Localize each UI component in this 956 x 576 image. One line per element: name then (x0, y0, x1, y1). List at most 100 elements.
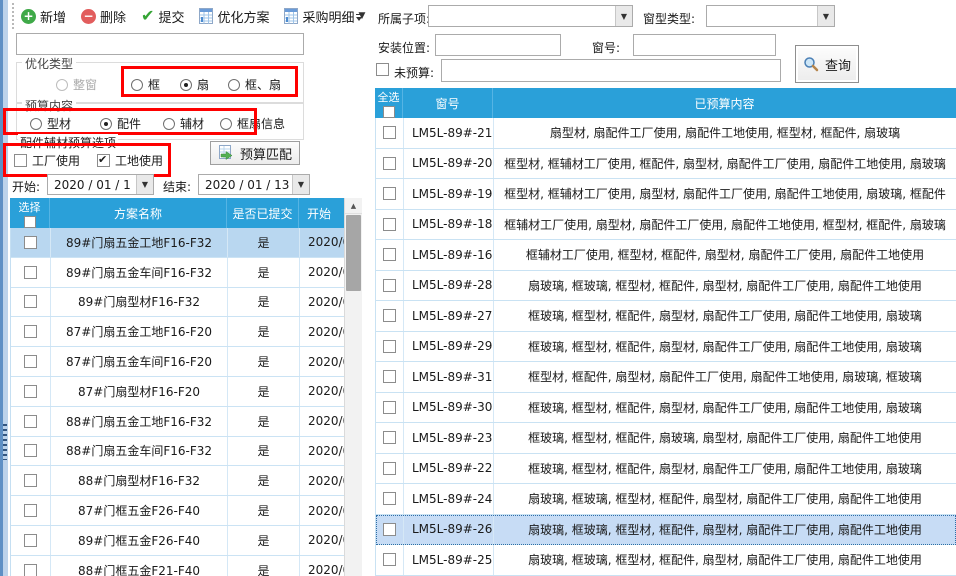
row-checkbox[interactable] (24, 444, 37, 457)
install-position-input[interactable] (435, 34, 561, 56)
start-date-picker[interactable]: 2020 / 01 / 1 ▼ (47, 174, 154, 195)
table-row[interactable]: LM5L-89#-27F25 框玻璃, 框型材, 框配件, 扇型材, 扇配件工厂… (376, 301, 956, 332)
row-checkbox[interactable] (383, 462, 396, 475)
site-use-checkbox[interactable]: 工地使用 (97, 152, 163, 169)
optimize-plan-button[interactable]: 优化方案 (199, 7, 269, 26)
row-checkbox[interactable] (383, 157, 396, 170)
unbudgeted-input[interactable] (441, 59, 781, 82)
table-row[interactable]: LM5L-89#-23F21 框玻璃, 框型材, 框配件, 扇玻璃, 扇型材, … (376, 423, 956, 454)
plan-filter-input[interactable] (16, 33, 304, 55)
radio-frame-sash[interactable]: 框、扇 (228, 76, 281, 93)
unbudgeted-checkbox[interactable] (376, 63, 389, 76)
select-all-checkbox[interactable] (383, 106, 395, 118)
checkbox-checked-icon (97, 154, 110, 167)
scroll-up-icon[interactable]: ▲ (345, 198, 362, 214)
chevron-down-icon[interactable]: ▼ (817, 6, 834, 26)
add-button[interactable]: 新增 (21, 7, 66, 26)
radio-auxiliary[interactable]: 辅材 (163, 115, 204, 132)
table-row[interactable]: 89#门扇五金工地F16-F32 是 2020/0 (11, 228, 344, 258)
budgeted-content-value: 框型材, 框辅材工厂使用, 扇型材, 扇配件工厂使用, 扇配件工地使用, 扇玻璃… (494, 179, 956, 209)
chevron-down-icon[interactable]: ▼ (136, 175, 153, 194)
chevron-down-icon[interactable]: ▼ (615, 6, 632, 26)
table-row[interactable]: LM5L-89#-25F23 扇玻璃, 框玻璃, 框型材, 框配件, 扇型材, … (376, 545, 956, 576)
table-row[interactable]: 87#门框五金F26-F40 是 2020/0 (11, 496, 344, 526)
window-no-input[interactable] (633, 34, 776, 56)
budgeted-content-value: 框玻璃, 框型材, 框配件, 扇型材, 扇配件工厂使用, 扇配件工地使用, 扇玻… (494, 393, 956, 423)
scrollbar[interactable]: ▲ (344, 198, 362, 576)
row-checkbox[interactable] (24, 266, 37, 279)
row-checkbox[interactable] (24, 355, 37, 368)
table-row[interactable]: LM5L-89#-28F26 扇玻璃, 框玻璃, 框型材, 框配件, 扇型材, … (376, 271, 956, 302)
radio-profile[interactable]: 型材 (30, 115, 71, 132)
row-checkbox[interactable] (24, 385, 37, 398)
scrollbar-thumb[interactable] (346, 215, 361, 291)
row-checkbox[interactable] (383, 126, 396, 139)
budgeted-content-column-header[interactable]: 已预算内容 (493, 88, 956, 118)
submitted-column-header[interactable]: 是否已提交 (227, 198, 299, 228)
row-checkbox[interactable] (383, 523, 396, 536)
table-row[interactable]: 88#门扇五金工地F16-F32 是 2020/0 (11, 407, 344, 437)
row-checkbox[interactable] (383, 279, 396, 292)
table-row[interactable]: 89#门框五金F26-F40 是 2020/0 (11, 526, 344, 556)
table-row[interactable]: 88#门框五金F21-F40 是 2020/0 (11, 556, 344, 576)
table-row[interactable]: 87#门扇五金车间F16-F20 是 2020/0 (11, 347, 344, 377)
sub-item-select[interactable]: ▼ (428, 5, 633, 27)
row-checkbox[interactable] (24, 415, 37, 428)
toolbar-overflow-button[interactable] (352, 8, 366, 26)
select-all-checkbox[interactable] (24, 216, 36, 228)
radio-whole-window[interactable]: 整窗 (56, 76, 97, 93)
table-row[interactable]: 88#门扇型材F16-F32 是 2020/0 (11, 466, 344, 496)
table-row[interactable]: 87#门扇五金工地F16-F20 是 2020/0 (11, 317, 344, 347)
table-row[interactable]: 88#门扇五金车间F16-F32 是 2020/0 (11, 437, 344, 467)
row-checkbox[interactable] (383, 553, 396, 566)
table-row[interactable]: LM5L-89#-16F15 框辅材工厂使用, 框型材, 框配件, 扇型材, 扇… (376, 240, 956, 271)
row-checkbox[interactable] (24, 564, 37, 576)
table-row[interactable]: LM5L-89#-30F28 框玻璃, 框型材, 框配件, 扇型材, 扇配件工厂… (376, 393, 956, 424)
window-type-select[interactable]: ▼ (706, 5, 835, 27)
budget-match-button[interactable]: 预算匹配 (210, 141, 300, 165)
end-date-picker[interactable]: 2020 / 01 / 13 ▼ (198, 174, 310, 195)
table-row[interactable]: LM5L-89#-18F16 框辅材工厂使用, 扇型材, 扇配件工厂使用, 扇配… (376, 210, 956, 241)
factory-use-checkbox[interactable]: 工厂使用 (14, 152, 80, 169)
row-checkbox[interactable] (24, 504, 37, 517)
splitter-grip[interactable] (3, 424, 7, 460)
plan-name-column-header[interactable]: 方案名称 (50, 198, 227, 228)
table-row[interactable]: 87#门扇型材F16-F20 是 2020/0 (11, 377, 344, 407)
delete-button[interactable]: 删除 (81, 7, 126, 26)
row-checkbox[interactable] (383, 248, 396, 261)
window-no-column-header[interactable]: 窗号 (403, 88, 493, 118)
window-no-label: 窗号: (592, 39, 620, 56)
row-checkbox[interactable] (383, 492, 396, 505)
row-checkbox[interactable] (24, 534, 37, 547)
table-row[interactable]: LM5L-89#-19F17 框型材, 框辅材工厂使用, 扇型材, 扇配件工厂使… (376, 179, 956, 210)
row-checkbox[interactable] (383, 309, 396, 322)
row-checkbox[interactable] (24, 236, 37, 249)
table-row[interactable]: LM5L-89#-21F19 扇型材, 扇配件工厂使用, 扇配件工地使用, 框型… (376, 118, 956, 149)
query-button[interactable]: 查询 (795, 45, 859, 83)
table-row[interactable]: LM5L-89#-26F24 扇玻璃, 框玻璃, 框型材, 框配件, 扇型材, … (376, 515, 956, 546)
row-checkbox[interactable] (383, 218, 396, 231)
submit-button[interactable]: 提交 (141, 7, 184, 26)
row-checkbox[interactable] (383, 340, 396, 353)
row-checkbox[interactable] (383, 431, 396, 444)
table-row[interactable]: LM5L-89#-31F29 框型材, 框配件, 扇型材, 扇配件工厂使用, 扇… (376, 362, 956, 393)
radio-accessory[interactable]: 配件 (100, 115, 141, 132)
row-checkbox[interactable] (383, 187, 396, 200)
budgeted-content-value: 框型材, 框配件, 扇型材, 扇配件工厂使用, 扇配件工地使用, 扇玻璃, 框玻… (494, 362, 956, 392)
radio-frame[interactable]: 框 (131, 76, 160, 93)
chevron-down-icon[interactable]: ▼ (292, 175, 309, 194)
radio-frame-sash-info[interactable]: 框扇信息 (220, 115, 285, 132)
table-row[interactable]: LM5L-89#-29F27 框玻璃, 框型材, 框配件, 扇型材, 扇配件工厂… (376, 332, 956, 363)
row-checkbox[interactable] (24, 295, 37, 308)
row-checkbox[interactable] (24, 474, 37, 487)
table-row[interactable]: LM5L-89#-22F20 框玻璃, 框型材, 框配件, 扇型材, 扇配件工厂… (376, 454, 956, 485)
row-checkbox[interactable] (383, 401, 396, 414)
row-checkbox[interactable] (24, 325, 37, 338)
table-row[interactable]: 89#门扇型材F16-F32 是 2020/0 (11, 288, 344, 318)
row-checkbox[interactable] (383, 370, 396, 383)
table-row[interactable]: 89#门扇五金车间F16-F32 是 2020/0 (11, 258, 344, 288)
start-column-header[interactable]: 开始 (299, 198, 344, 228)
radio-sash[interactable]: 扇 (180, 76, 209, 93)
table-row[interactable]: LM5L-89#-24F22 扇玻璃, 框玻璃, 框型材, 框配件, 扇型材, … (376, 484, 956, 515)
table-row[interactable]: LM5L-89#-20F18 框型材, 框辅材工厂使用, 框配件, 扇型材, 扇… (376, 149, 956, 180)
